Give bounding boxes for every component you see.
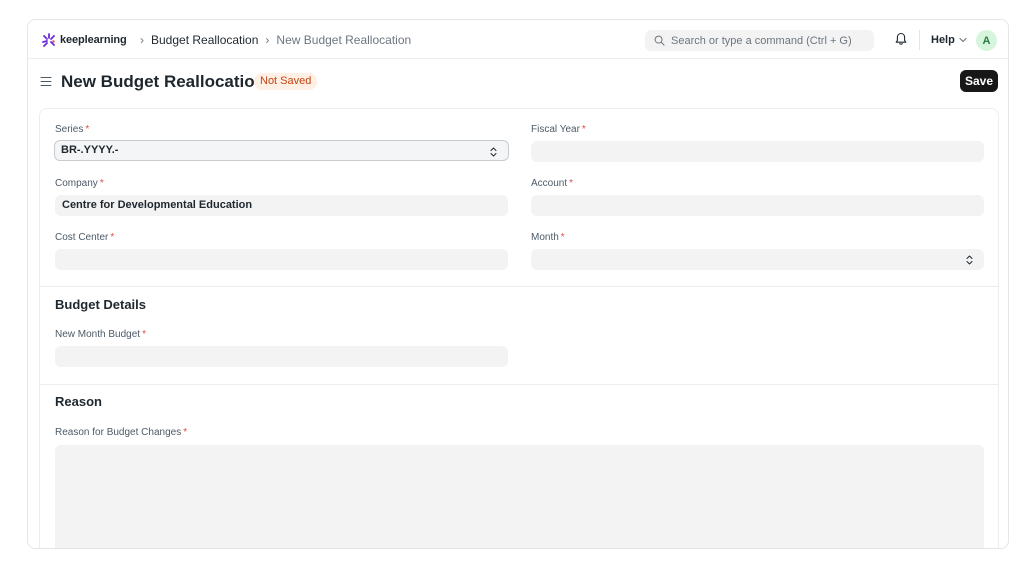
series-label: Series * bbox=[55, 124, 90, 135]
series-value: BR-.YYYY.- bbox=[61, 144, 119, 156]
fiscal-year-input[interactable] bbox=[531, 141, 984, 162]
breadcrumb-new-budget-reallocation[interactable]: New Budget Reallocation bbox=[276, 33, 411, 47]
chevron-down-icon bbox=[959, 37, 967, 43]
avatar[interactable]: A bbox=[976, 30, 997, 51]
breadcrumb: › Budget Reallocation › New Budget Reall… bbox=[133, 33, 411, 47]
account-label: Account * bbox=[531, 178, 574, 189]
cost-center-input[interactable] bbox=[55, 249, 508, 270]
chevron-up-down-icon bbox=[966, 255, 973, 265]
fiscal-year-label: Fiscal Year * bbox=[531, 124, 586, 135]
month-select[interactable] bbox=[531, 249, 984, 270]
save-button[interactable]: Save bbox=[960, 70, 998, 92]
help-dropdown[interactable]: Help bbox=[931, 34, 967, 46]
bell-icon[interactable] bbox=[894, 32, 908, 46]
company-label: Company * bbox=[55, 178, 104, 189]
sparkle-icon bbox=[42, 33, 55, 47]
search-input[interactable] bbox=[671, 34, 871, 47]
reason-textarea[interactable] bbox=[55, 445, 984, 548]
brand-logo[interactable]: keeplearning bbox=[41, 32, 127, 48]
reason-heading: Reason bbox=[55, 394, 102, 409]
help-label: Help bbox=[931, 34, 955, 46]
status-badge: Not Saved bbox=[254, 73, 318, 90]
page-header: New Budget Reallocation Not Saved Save bbox=[28, 59, 1008, 109]
app-window: keeplearning › Budget Reallocation › New… bbox=[27, 19, 1009, 549]
new-month-budget-input[interactable] bbox=[55, 346, 508, 367]
section-budget-details: Budget Details New Month Budget * bbox=[40, 287, 998, 385]
navbar: keeplearning › Budget Reallocation › New… bbox=[28, 20, 1008, 59]
search-bar[interactable] bbox=[645, 30, 874, 51]
budget-details-heading: Budget Details bbox=[55, 297, 147, 312]
hamburger-menu-icon[interactable] bbox=[40, 76, 52, 87]
company-input[interactable]: Centre for Developmental Education bbox=[55, 195, 508, 216]
cost-center-label: Cost Center * bbox=[55, 232, 115, 243]
breadcrumb-budget-reallocation[interactable]: Budget Reallocation bbox=[151, 33, 258, 47]
chevron-right-icon: › bbox=[140, 33, 144, 47]
month-label: Month * bbox=[531, 232, 565, 243]
section-main: Series * BR-.YYYY.- Fiscal Year * Company *… bbox=[40, 109, 998, 287]
new-month-budget-label: New Month Budget * bbox=[55, 329, 146, 340]
chevron-up-down-icon bbox=[490, 147, 497, 157]
reason-label: Reason for Budget Changes * bbox=[55, 427, 188, 438]
page-title: New Budget Reallocation bbox=[61, 72, 266, 91]
navbar-divider bbox=[919, 30, 920, 50]
chevron-right-icon: › bbox=[265, 33, 270, 47]
series-select[interactable]: BR-.YYYY.- bbox=[54, 140, 509, 161]
search-icon bbox=[654, 35, 665, 46]
brand-name: keeplearning bbox=[60, 34, 127, 46]
account-input[interactable] bbox=[531, 195, 984, 216]
form-card: Series * BR-.YYYY.- Fiscal Year * Company *… bbox=[39, 108, 999, 548]
